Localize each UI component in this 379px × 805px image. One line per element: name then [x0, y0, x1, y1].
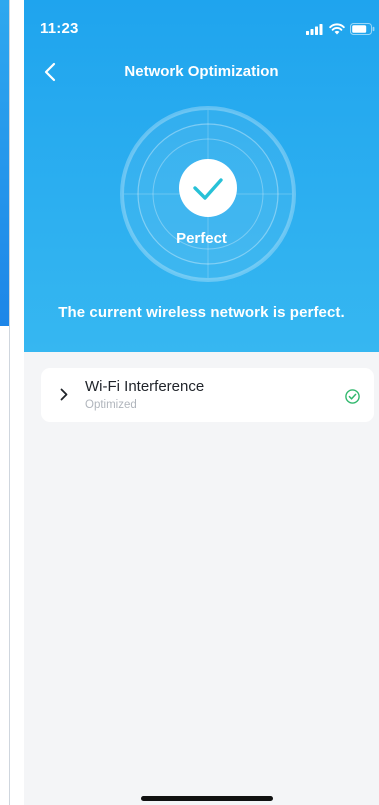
- status-time: 11:23: [40, 20, 79, 37]
- optimization-hero: 11:23 Network Optimization Perfect The c…: [24, 0, 379, 352]
- status-icons: [306, 22, 375, 40]
- previous-panel-edge: [0, 0, 9, 326]
- radar-graphic: [120, 106, 296, 282]
- status-message: The current wireless network is perfect.: [58, 304, 345, 321]
- page-title: Network Optimization: [124, 63, 279, 80]
- chevron-right-icon: [60, 388, 68, 401]
- panel-divider: [9, 0, 10, 805]
- list-item-title: Wi-Fi Interference: [85, 378, 205, 395]
- phone-screen: 11:23 Network Optimization Perfect The c…: [24, 0, 379, 805]
- wifi-icon: [329, 22, 345, 40]
- result-label: Perfect: [176, 230, 227, 247]
- home-indicator[interactable]: [141, 796, 273, 801]
- check-circle-icon: [345, 389, 360, 404]
- list-item-wifi-interference[interactable]: Wi-Fi Interference Optimized: [41, 368, 374, 422]
- list-item-status: Optimized: [85, 399, 137, 411]
- status-bar: 11:23: [24, 0, 379, 44]
- signal-icon: [306, 22, 324, 40]
- app-window: 11:23 Network Optimization Perfect The c…: [0, 0, 379, 805]
- battery-icon: [350, 22, 375, 40]
